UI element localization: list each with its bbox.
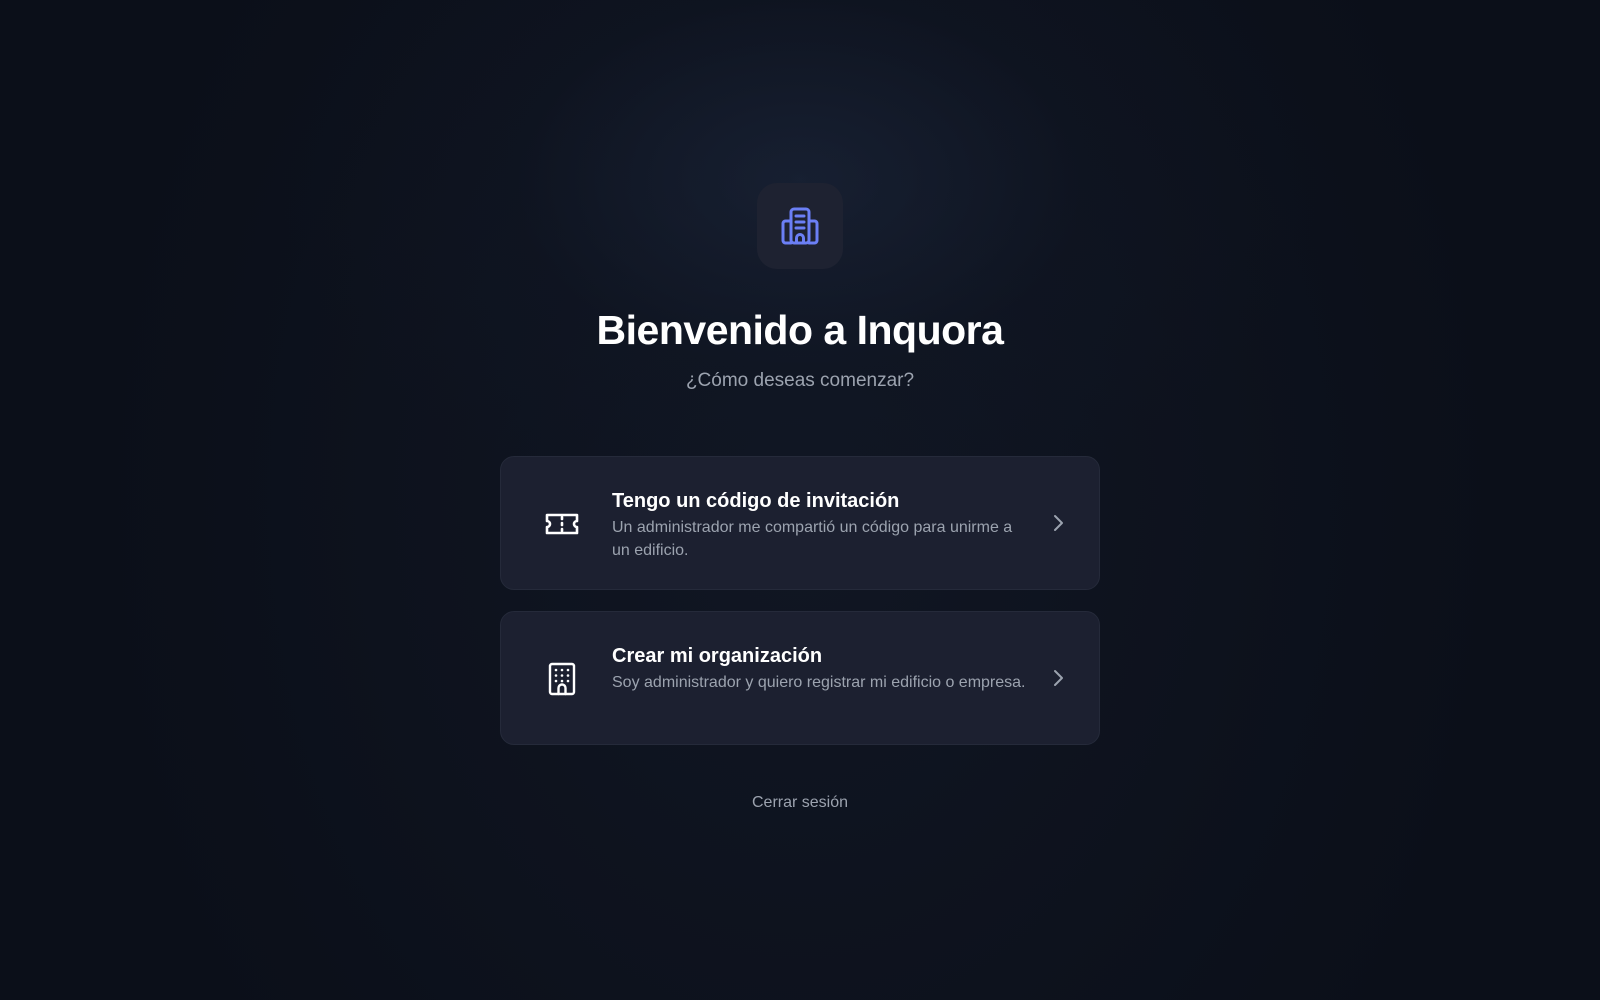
option-description: Un administrador me compartió un código … [612,519,1013,559]
app-logo [757,183,843,269]
option-title: Tengo un código de invitación [612,490,900,512]
ticket-icon [543,505,581,543]
invitation-code-option[interactable]: Tengo un código de invitación Un adminis… [500,456,1100,590]
building-icon [543,660,581,698]
option-description: Soy administrador y quiero registrar mi … [612,674,1026,691]
option-title: Crear mi organización [612,645,823,667]
logout-button[interactable]: Cerrar sesión [752,794,848,811]
create-organization-option[interactable]: Crear mi organización Soy administrador … [500,611,1100,745]
logout-row: Cerrar sesión [0,792,1600,814]
chevron-right-icon [1047,667,1069,689]
building-office-icon [781,207,819,245]
page-title: Bienvenido a Inquora [596,307,1004,353]
page-subtitle: ¿Cómo deseas comenzar? [685,370,915,391]
chevron-right-icon [1047,512,1069,534]
